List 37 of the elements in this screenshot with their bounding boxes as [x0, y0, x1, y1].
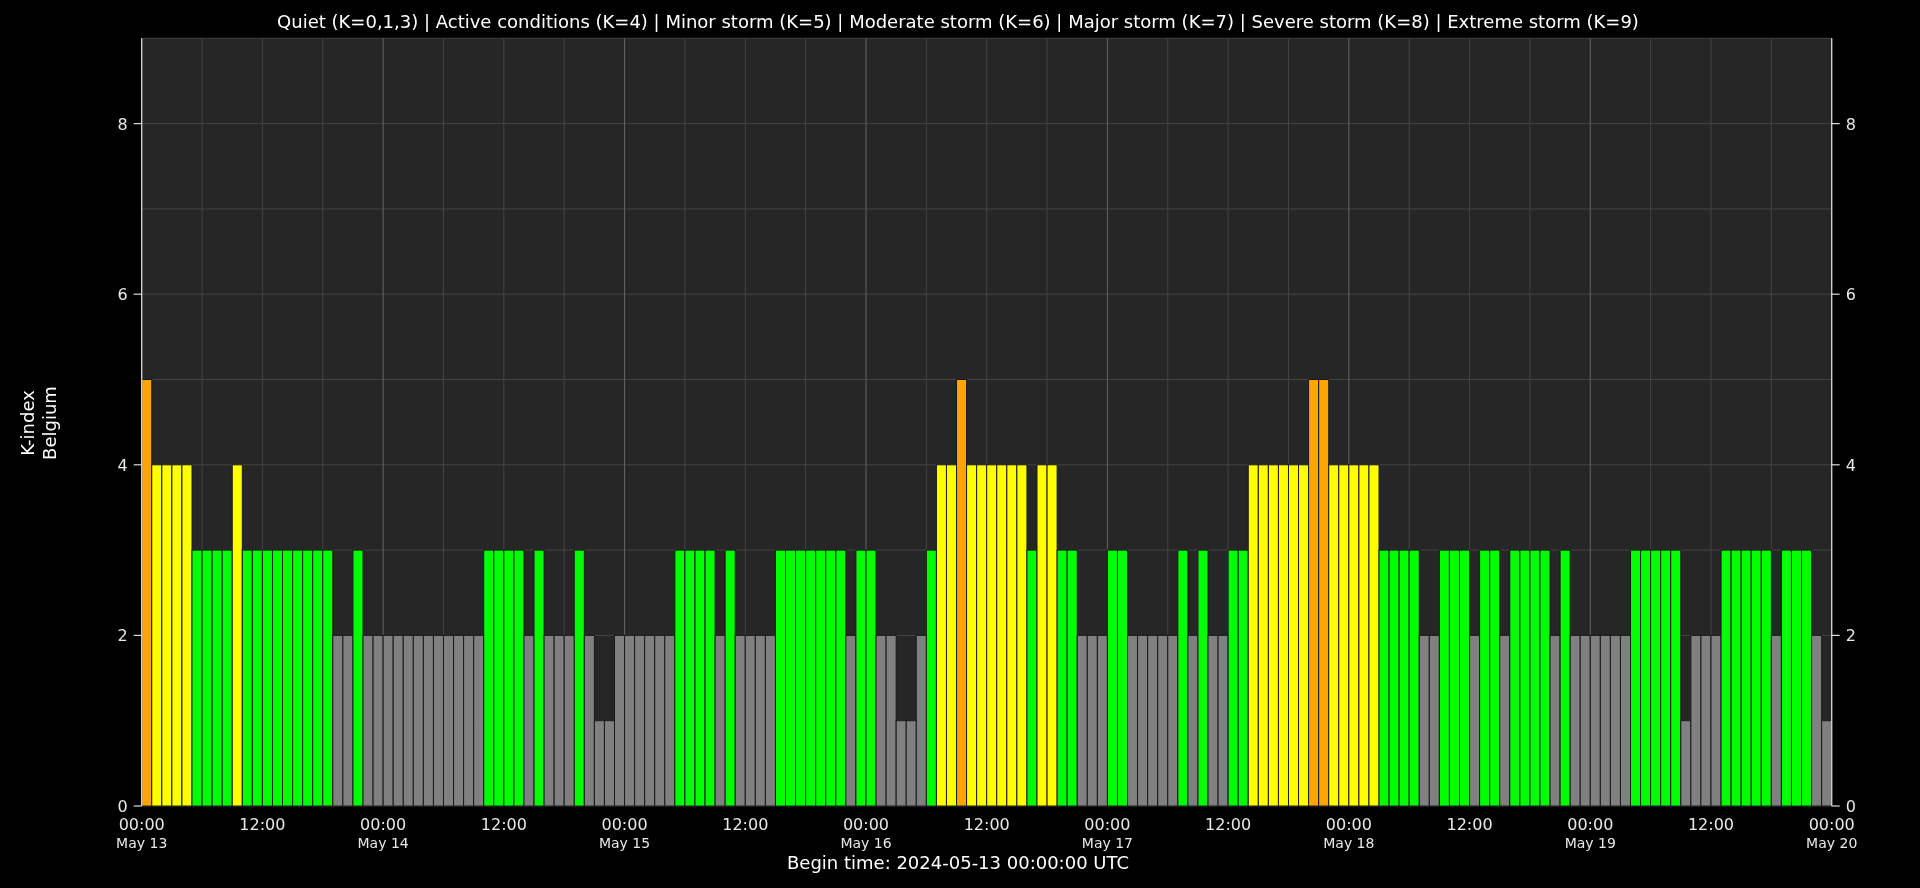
x-axis-date-label: May 16 — [840, 835, 892, 851]
y-axis-tick-label: 6 — [1845, 285, 1856, 305]
y-axis-tick-label: 2 — [1845, 626, 1856, 646]
y-axis-title: Belgium — [39, 386, 60, 460]
x-axis-time-label: 00:00 — [601, 815, 648, 834]
x-axis-time-label: 00:00 — [1084, 815, 1131, 834]
x-axis-time-label: 12:00 — [480, 815, 527, 834]
y-axis-tick-label: 0 — [1845, 797, 1856, 816]
y-axis-tick-label: 0 — [117, 797, 128, 816]
x-axis-time-label: 00:00 — [1808, 815, 1855, 834]
x-axis-time-label: 12:00 — [722, 815, 769, 834]
y-axis-tick-label: 4 — [1845, 455, 1856, 475]
x-axis-time-label: 12:00 — [239, 815, 286, 834]
x-axis-date-label: May 13 — [116, 835, 168, 851]
x-axis-time-label: 12:00 — [1687, 815, 1735, 834]
x-axis-date-label: May 14 — [357, 835, 409, 851]
x-axis-date-label: May 18 — [1323, 835, 1375, 851]
y-axis-tick-label: 6 — [117, 285, 128, 305]
y-axis-tick-label: 2 — [117, 626, 128, 646]
x-axis-time-label: 12:00 — [1205, 815, 1252, 834]
x-axis-time-label: 00:00 — [842, 815, 890, 834]
x-axis-time-label: 00:00 — [118, 815, 165, 834]
x-axis-date-label: May 19 — [1564, 835, 1616, 851]
y-axis-title: K-index — [17, 390, 38, 456]
y-axis-tick-label: 8 — [117, 114, 128, 134]
x-axis-time-label: 00:00 — [1325, 815, 1372, 834]
x-axis-time-label: 12:00 — [1446, 815, 1493, 834]
chart-title: Quiet (K=0,1,3) | Active conditions (K=4) | Minor storm (K=5) | Moderate storm (K=6) | Major storm (K=7) | Severe storm (K=8) | Extreme storm (K=9) — [277, 11, 1639, 32]
y-axis-tick-label: 4 — [117, 455, 128, 475]
x-axis-time-label: 12:00 — [963, 815, 1010, 834]
x-axis-time-label: 00:00 — [360, 815, 407, 834]
x-axis-time-label: 00:00 — [1567, 815, 1614, 834]
x-axis-title: Begin time: 2024-05-13 00:00:00 UTC — [787, 852, 1129, 873]
x-axis-date-label: May 15 — [598, 835, 651, 851]
x-axis-date-label: May 20 — [1806, 835, 1858, 851]
y-axis-tick-label: 8 — [1845, 114, 1856, 134]
x-axis-date-label: May 17 — [1081, 835, 1133, 851]
